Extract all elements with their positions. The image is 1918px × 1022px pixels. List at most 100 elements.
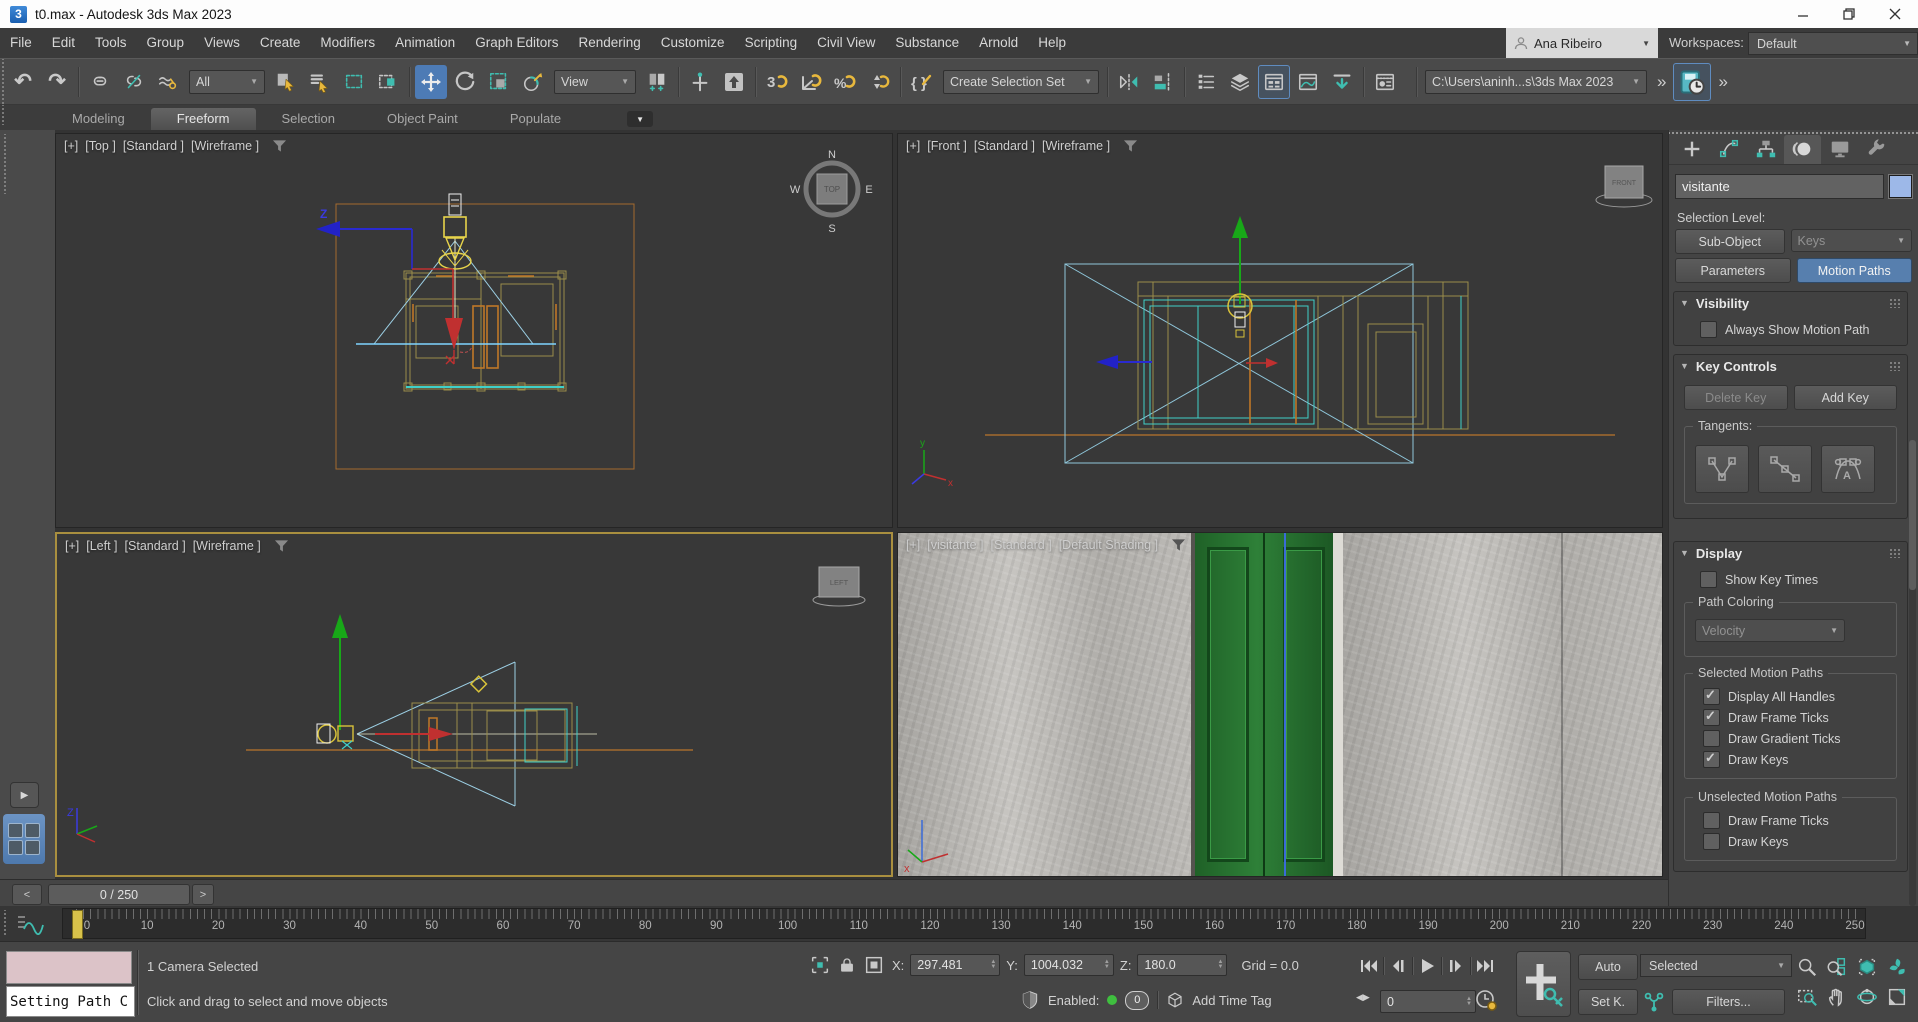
add-time-tag-button[interactable]: Add Time Tag: [1192, 993, 1271, 1008]
user-account-menu[interactable]: Ana Ribeiro ▼: [1506, 28, 1658, 58]
draw-gradient-ticks-checkbox[interactable]: [1703, 730, 1720, 747]
go-to-end-button[interactable]: [1472, 954, 1498, 978]
z-coordinate-field[interactable]: 180.0▲▼: [1137, 954, 1227, 976]
viewport-layout-tabs-button[interactable]: [3, 814, 45, 864]
menu-modifiers[interactable]: Modifiers: [310, 28, 385, 58]
always-show-motion-path-row[interactable]: Always Show Motion Path: [1700, 321, 1907, 338]
next-frame-step-button[interactable]: [1443, 954, 1469, 978]
viewport-menu-shading[interactable]: [Wireframe ]: [191, 139, 259, 153]
show-key-times-checkbox[interactable]: [1700, 571, 1717, 588]
viewport-menu-pov[interactable]: [Left ]: [86, 539, 117, 553]
keyboard-shortcut-override-toggle[interactable]: [718, 65, 750, 99]
use-pivot-point-button[interactable]: [641, 65, 673, 99]
maximize-viewport-toggle[interactable]: [1883, 983, 1911, 1011]
spinner-arrows-icon[interactable]: ▲▼: [1217, 960, 1226, 970]
select-and-move-button[interactable]: [415, 65, 447, 99]
go-to-start-button[interactable]: [1356, 954, 1382, 978]
per-view-filter-icon[interactable]: [274, 539, 289, 553]
draw-gradient-ticks-row[interactable]: Draw Gradient Ticks: [1703, 730, 1890, 747]
menu-graph-editors[interactable]: Graph Editors: [465, 28, 568, 58]
workspace-dropdown[interactable]: Default ▼: [1748, 32, 1918, 55]
object-color-swatch[interactable]: [1889, 175, 1912, 198]
viewport-menu-general[interactable]: [+]: [906, 139, 920, 153]
viewport-menu-renderer[interactable]: [Standard ]: [125, 539, 186, 553]
align-button[interactable]: [1147, 65, 1179, 99]
toolbar-overflow-chevrons[interactable]: »: [1651, 72, 1672, 92]
select-and-place-button[interactable]: [517, 65, 549, 99]
ribbon-drag-handle[interactable]: [0, 105, 6, 125]
time-slider-track[interactable]: < 0 / 250 >: [0, 879, 1668, 906]
always-show-motion-path-checkbox[interactable]: [1700, 321, 1717, 338]
maxscript-macro-recorder[interactable]: [6, 951, 132, 984]
menu-substance[interactable]: Substance: [885, 28, 969, 58]
mirror-button[interactable]: [1113, 65, 1145, 99]
render-ribbon-minimize-button[interactable]: [1326, 65, 1358, 99]
draw-frame-ticks-row[interactable]: Draw Frame Ticks: [1703, 709, 1890, 726]
open-explorer-flyout-button[interactable]: ▶: [10, 782, 39, 808]
shield-icon[interactable]: [1020, 990, 1040, 1010]
menu-views[interactable]: Views: [194, 28, 250, 58]
viewport-front[interactable]: [+] [Front ] [Standard ] [Wireframe ]: [897, 133, 1663, 528]
tangent-smooth-button[interactable]: A: [1821, 445, 1875, 493]
sub-object-level-dropdown[interactable]: Keys ▼: [1791, 229, 1913, 252]
reference-coordinate-system-dropdown[interactable]: View ▼: [554, 70, 636, 94]
ribbon-tab-selection[interactable]: Selection: [256, 108, 361, 130]
angle-snap-toggle[interactable]: [795, 65, 827, 99]
delete-key-button[interactable]: Delete Key: [1684, 385, 1788, 410]
x-coordinate-field[interactable]: 297.481▲▼: [910, 954, 1000, 976]
menu-customize[interactable]: Customize: [651, 28, 735, 58]
display-rollout-header[interactable]: ▼ Display: [1674, 542, 1907, 564]
toolbar-drag-handle[interactable]: [0, 59, 6, 104]
menu-file[interactable]: File: [0, 28, 42, 58]
menu-create[interactable]: Create: [250, 28, 311, 58]
percent-snap-toggle[interactable]: %: [829, 65, 861, 99]
draw-frame-ticks-checkbox[interactable]: [1703, 709, 1720, 726]
menu-civil-view[interactable]: Civil View: [807, 28, 885, 58]
auto-key-button[interactable]: Auto: [1578, 954, 1638, 980]
minimize-button[interactable]: [1780, 0, 1826, 28]
mini-curve-editor-toggle[interactable]: [12, 911, 48, 936]
spinner-snap-toggle[interactable]: [863, 65, 895, 99]
ribbon-minimize-dropdown[interactable]: ▼: [627, 111, 653, 127]
layer-explorer-toggle[interactable]: [1224, 65, 1256, 99]
ribbon-toggle[interactable]: [1258, 65, 1290, 99]
pan-view-button[interactable]: [1823, 983, 1851, 1011]
key-controls-rollout-header[interactable]: ▼ Key Controls: [1674, 355, 1907, 377]
display-tab[interactable]: [1821, 135, 1858, 164]
trackbar-drag-handle[interactable]: [2, 910, 8, 936]
modify-tab[interactable]: [1710, 135, 1747, 164]
key-filters-icon[interactable]: [1642, 989, 1666, 1016]
spinner-arrows-icon[interactable]: ▲▼: [990, 960, 999, 970]
viewport-menu-shading[interactable]: [Wireframe ]: [1042, 139, 1110, 153]
key-filters-button[interactable]: Filters...: [1672, 989, 1785, 1015]
sub-object-button[interactable]: Sub-Object: [1675, 229, 1785, 254]
unselected-draw-frame-ticks-row[interactable]: Draw Frame Ticks: [1703, 812, 1890, 829]
maxscript-mini-listener[interactable]: Setting Path C: [6, 986, 135, 1017]
menu-scripting[interactable]: Scripting: [735, 28, 808, 58]
menu-tools[interactable]: Tools: [85, 28, 137, 58]
draw-keys-row[interactable]: Draw Keys: [1703, 751, 1890, 768]
degradation-badge[interactable]: 0: [1125, 991, 1149, 1010]
time-configuration-button[interactable]: [1474, 988, 1498, 1015]
rectangular-selection-region-button[interactable]: [338, 65, 370, 99]
select-by-name-button[interactable]: [304, 65, 336, 99]
unselected-draw-frame-ticks-checkbox[interactable]: [1703, 812, 1720, 829]
absolute-offset-toggle-icon[interactable]: [862, 954, 886, 976]
previous-frame-step-button[interactable]: [1385, 954, 1411, 978]
command-panel-scrollbar[interactable]: [1909, 440, 1916, 906]
hierarchy-tab[interactable]: [1747, 135, 1784, 164]
per-view-filter-icon[interactable]: [272, 139, 287, 153]
select-and-link-icon[interactable]: [84, 65, 116, 99]
material-editor-button[interactable]: [1369, 65, 1401, 99]
utilities-tab[interactable]: [1858, 135, 1895, 164]
bind-to-space-warp-icon[interactable]: [152, 65, 184, 99]
viewport-menu-general[interactable]: [+]: [64, 139, 78, 153]
ribbon-tab-object-paint[interactable]: Object Paint: [361, 108, 484, 130]
per-view-filter-icon[interactable]: [1171, 538, 1186, 552]
isolate-selection-icon[interactable]: [808, 954, 832, 976]
add-key-button[interactable]: Add Key: [1794, 385, 1898, 410]
project-folder-dropdown[interactable]: C:\Users\aninh...s\3ds Max 2023 ▼: [1425, 70, 1647, 94]
selection-filter-dropdown[interactable]: All ▼: [189, 70, 265, 94]
key-mode-toggle[interactable]: ◀▶: [1356, 992, 1370, 1003]
viewport-menu-pov[interactable]: [Front ]: [927, 139, 967, 153]
